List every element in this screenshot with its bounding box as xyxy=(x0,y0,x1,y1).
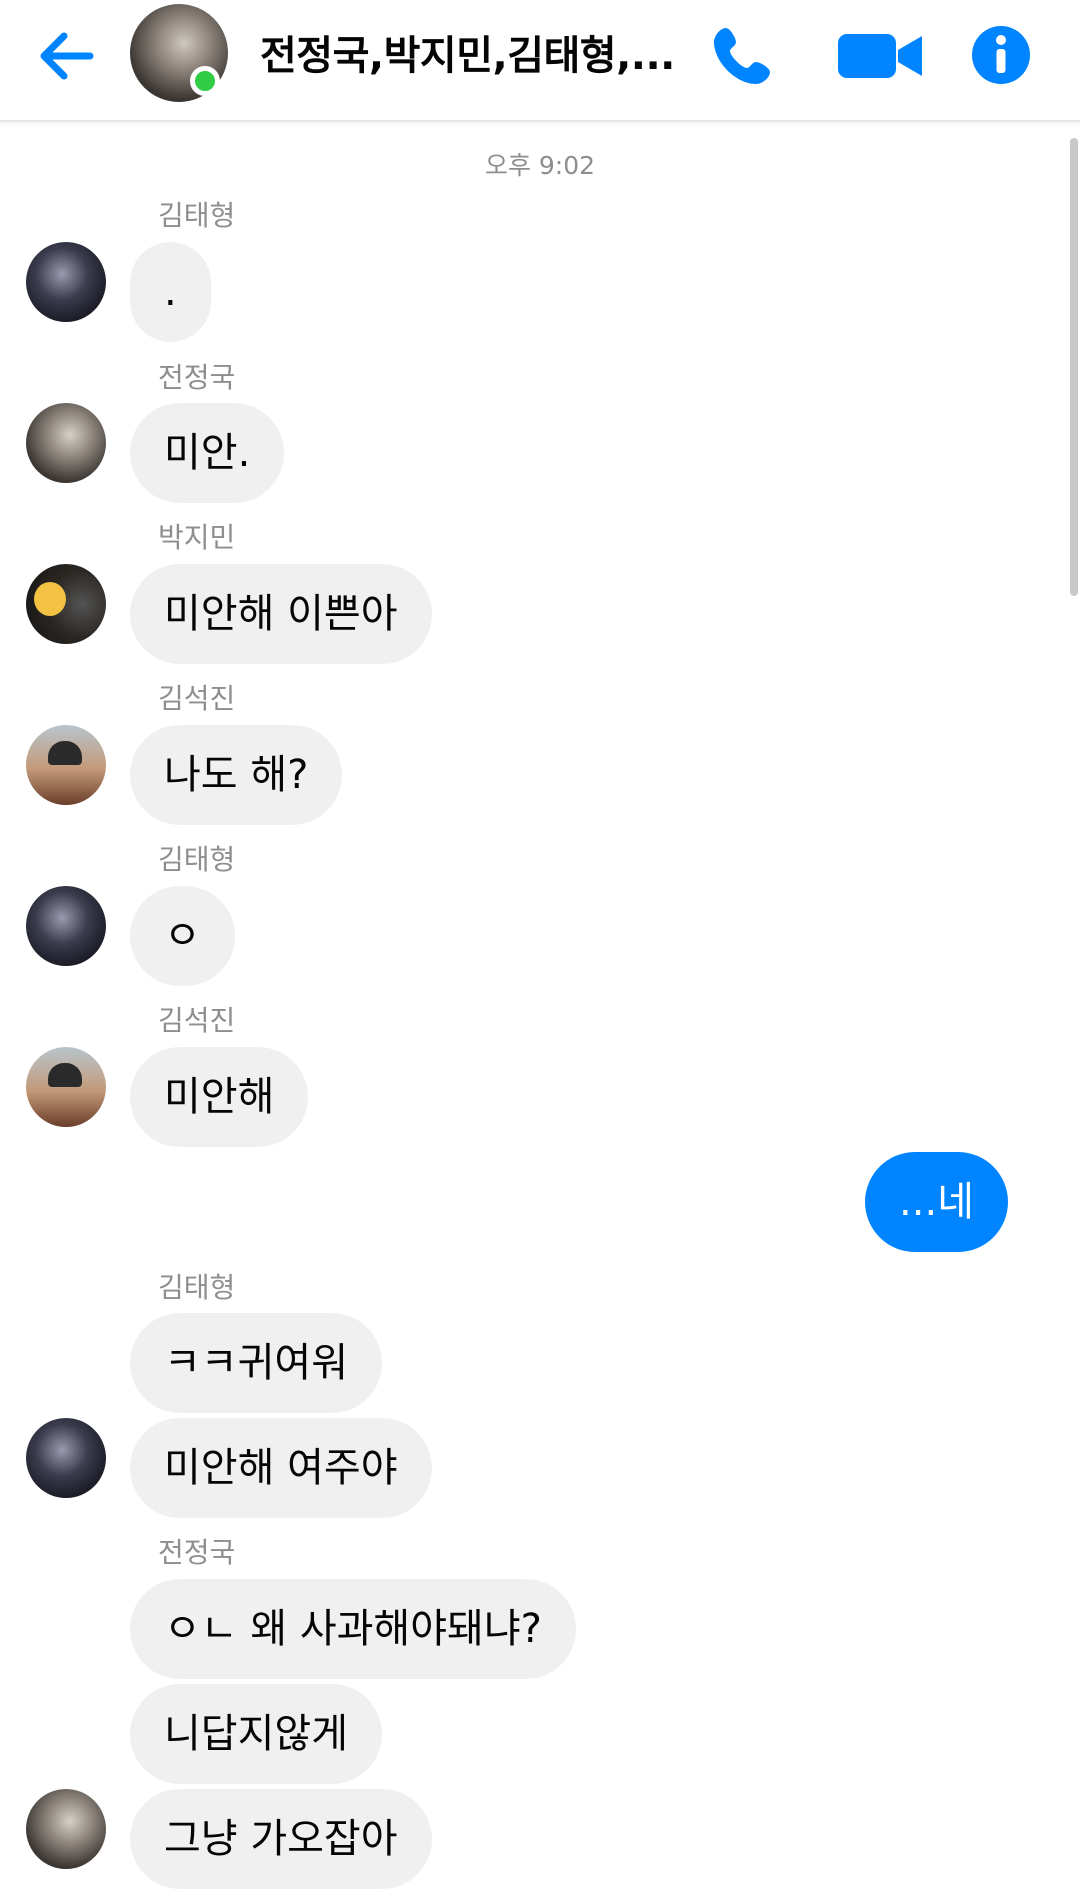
message-bubble[interactable]: . xyxy=(130,242,211,342)
avatar-jimin[interactable] xyxy=(26,564,106,644)
sender-name: 김태형 xyxy=(158,843,236,876)
sender-name: 전정국 xyxy=(158,1536,236,1569)
message-bubble[interactable]: 미안해 이쁜아 xyxy=(130,564,432,664)
avatar-seokjin[interactable] xyxy=(26,725,106,805)
message-bubble[interactable]: 니답지않게 xyxy=(130,1684,382,1784)
cap-icon xyxy=(48,1063,82,1087)
scrollbar[interactable] xyxy=(1070,138,1078,596)
sender-name: 김태형 xyxy=(158,1271,236,1304)
message-bubble[interactable]: 나도 해? xyxy=(130,725,343,825)
avatar-taehyung[interactable] xyxy=(26,242,106,322)
sender-name: 김석진 xyxy=(158,682,236,715)
chat-title[interactable]: 전정국,박지민,김태형,... xyxy=(260,28,680,84)
message-bubble[interactable]: 미안해 여주야 xyxy=(130,1418,432,1518)
info-icon[interactable] xyxy=(970,22,1040,88)
online-status-indicator xyxy=(190,66,220,96)
message-bubble[interactable]: ㅇ xyxy=(130,886,235,986)
avatar-jungkook[interactable] xyxy=(26,1789,106,1869)
sender-name: 김석진 xyxy=(158,1004,236,1037)
message-bubble[interactable]: 미안해 xyxy=(130,1047,309,1147)
sender-name: 김태형 xyxy=(158,199,236,232)
avatar-taehyung[interactable] xyxy=(26,886,106,966)
cap-icon xyxy=(48,741,82,765)
phone-icon[interactable] xyxy=(708,22,778,88)
my-message-bubble[interactable]: ...네 xyxy=(865,1152,1008,1252)
message-bubble[interactable]: 그냥 가오잡아 xyxy=(130,1789,432,1889)
message-bubble[interactable]: 미안. xyxy=(130,403,285,503)
message-bubble[interactable]: ㅇㄴ 왜 사과해야돼냐? xyxy=(130,1579,576,1679)
avatar-taehyung[interactable] xyxy=(26,1418,106,1498)
avatar-jungkook[interactable] xyxy=(26,403,106,483)
sender-name: 전정국 xyxy=(158,361,236,394)
message-timestamp: 오후 9:02 xyxy=(484,151,596,180)
avatar-seokjin[interactable] xyxy=(26,1047,106,1127)
sender-name: 박지민 xyxy=(158,521,236,554)
message-bubble[interactable]: ㅋㅋ귀여워 xyxy=(130,1313,382,1413)
chat-header: 전정국,박지민,김태형,... xyxy=(0,0,1080,122)
back-arrow-icon[interactable] xyxy=(34,24,98,88)
heart-eyes-emoji-icon xyxy=(34,582,66,616)
video-camera-icon[interactable] xyxy=(834,22,928,88)
